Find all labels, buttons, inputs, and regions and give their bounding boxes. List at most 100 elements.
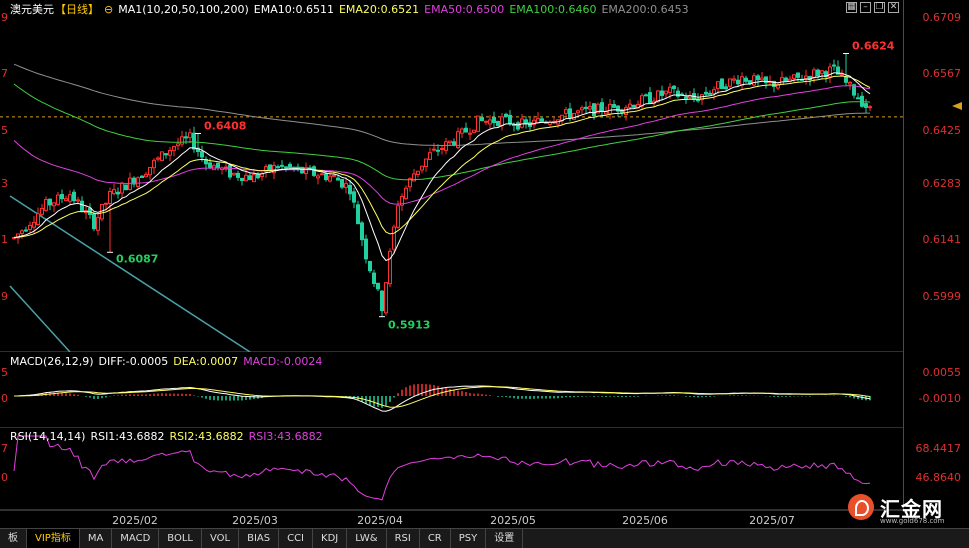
left-digit: 7 xyxy=(1,67,8,80)
tab-psy[interactable]: PSY xyxy=(451,529,487,548)
candle-body xyxy=(496,120,500,126)
macd-value: MACD:-0.0024 xyxy=(243,355,323,368)
close-icon[interactable]: ✕ xyxy=(888,2,899,13)
tab-board[interactable]: 板 xyxy=(0,529,27,548)
tab-boll[interactable]: BOLL xyxy=(159,529,202,548)
candle-body xyxy=(604,111,608,115)
candle-body xyxy=(820,70,824,75)
tab-ma[interactable]: MA xyxy=(80,529,113,548)
candle-body xyxy=(472,129,476,133)
candle-body xyxy=(488,119,492,125)
settings-icon[interactable]: ⊖ xyxy=(104,3,113,16)
candle-body xyxy=(868,106,872,109)
candle-body xyxy=(96,217,100,231)
candle-body xyxy=(520,118,524,128)
minimize-icon[interactable]: – xyxy=(860,2,871,13)
candle-body xyxy=(312,166,316,176)
candle-body xyxy=(288,163,292,169)
candle-body xyxy=(448,140,452,144)
candle-body xyxy=(284,166,288,169)
candle-body xyxy=(200,151,204,158)
candle-body xyxy=(172,146,176,151)
candle-body xyxy=(516,122,520,130)
tab-lw[interactable]: LW& xyxy=(347,529,387,548)
candle-body xyxy=(180,136,184,145)
candle-body xyxy=(812,69,816,78)
candle-body xyxy=(112,189,116,195)
candle-body xyxy=(428,152,432,160)
candle-body xyxy=(572,112,576,120)
symbol-label: 澳元美元 xyxy=(10,3,54,16)
candle-body xyxy=(144,174,148,178)
candle-body xyxy=(116,191,120,195)
candle-body xyxy=(240,177,244,182)
candle-body xyxy=(332,174,336,177)
candle-body xyxy=(704,91,708,95)
price-tick: 0.6141 xyxy=(922,233,962,246)
candle-body xyxy=(744,77,748,82)
candle-body xyxy=(372,272,376,284)
tab-vol[interactable]: VOL xyxy=(202,529,240,548)
restore-icon[interactable]: ❐ xyxy=(874,2,885,13)
candle-body xyxy=(216,162,220,169)
candle-body xyxy=(404,187,408,200)
ema100-line xyxy=(13,83,871,181)
rsi1-value: RSI1:43.6882 xyxy=(90,430,165,443)
candle-body xyxy=(364,238,368,260)
price-tick: 0.6709 xyxy=(922,11,962,24)
candle-body xyxy=(296,166,300,169)
candle-body xyxy=(136,177,140,187)
candle-body xyxy=(424,158,428,168)
candle-body xyxy=(848,81,852,85)
left-digit: 7 xyxy=(1,442,8,455)
candle-body xyxy=(588,105,592,110)
candle-body xyxy=(728,78,732,87)
candle-body xyxy=(192,132,196,150)
tab-cr[interactable]: CR xyxy=(420,529,451,548)
candle-body xyxy=(720,78,724,90)
candle-body xyxy=(716,81,720,89)
candle-body xyxy=(792,74,796,79)
tab-bias[interactable]: BIAS xyxy=(239,529,280,548)
tab-macd[interactable]: MACD xyxy=(112,529,160,548)
rsi-pane[interactable]: RSI(14,14,14) RSI1:43.6882 RSI2:43.6882 … xyxy=(0,428,903,510)
date-tick: 2025/07 xyxy=(749,514,795,527)
tab-kdj[interactable]: KDJ xyxy=(313,529,348,548)
date-tick: 2025/04 xyxy=(357,514,403,527)
candle-body xyxy=(540,118,544,122)
left-digit: 9 xyxy=(1,290,8,303)
price-axis[interactable]: 0.6709 0.6567 0.6425 0.6283 0.6141 0.599… xyxy=(903,0,969,352)
candle-body xyxy=(176,143,180,147)
macd-dea: DEA:0.0007 xyxy=(173,355,239,368)
macd-diff: DIFF:-0.0005 xyxy=(98,355,169,368)
candle-body xyxy=(668,86,672,93)
candle-body xyxy=(648,92,652,104)
date-tick: 2025/03 xyxy=(232,514,278,527)
tab-cci[interactable]: CCI xyxy=(279,529,314,548)
candle-body xyxy=(524,119,528,124)
price-pane[interactable]: 0.6408 0.6087 0.5913 0.6624 澳元美元 【日线】 ⊖ MA1… xyxy=(0,0,903,352)
candle-body xyxy=(80,200,84,213)
macd-pane[interactable]: MACD(26,12,9) DIFF:-0.0005 DEA:0.0007 MA… xyxy=(0,352,903,428)
grid-icon[interactable]: ▦ xyxy=(846,2,857,13)
candle-body xyxy=(72,191,76,202)
candle-body xyxy=(256,173,260,179)
ma-label: MA1(10,20,50,100,200) xyxy=(118,2,249,16)
period-label[interactable]: 【日线】 xyxy=(55,1,99,17)
tab-rsi[interactable]: RSI xyxy=(387,529,420,548)
candle-body xyxy=(28,224,32,230)
candle-body xyxy=(164,153,168,156)
macd-axis[interactable]: 0.0055 -0.0010 xyxy=(903,352,969,428)
candle-body xyxy=(844,76,848,83)
tab-vip[interactable]: VIP指标 xyxy=(27,529,80,548)
candle-body xyxy=(376,282,380,290)
candle-body xyxy=(64,198,68,202)
macd-info-line: MACD(26,12,9) DIFF:-0.0005 DEA:0.0007 MA… xyxy=(10,355,322,368)
rsi-tick: 68.4417 xyxy=(915,442,962,455)
tab-settings[interactable]: 设置 xyxy=(486,529,524,548)
price-chart[interactable]: 0.6408 0.6087 0.5913 0.6624 xyxy=(0,0,903,352)
candle-body xyxy=(56,194,60,205)
candle-body xyxy=(660,90,664,96)
date-tick: 2025/02 xyxy=(112,514,158,527)
candle-body xyxy=(32,221,36,228)
